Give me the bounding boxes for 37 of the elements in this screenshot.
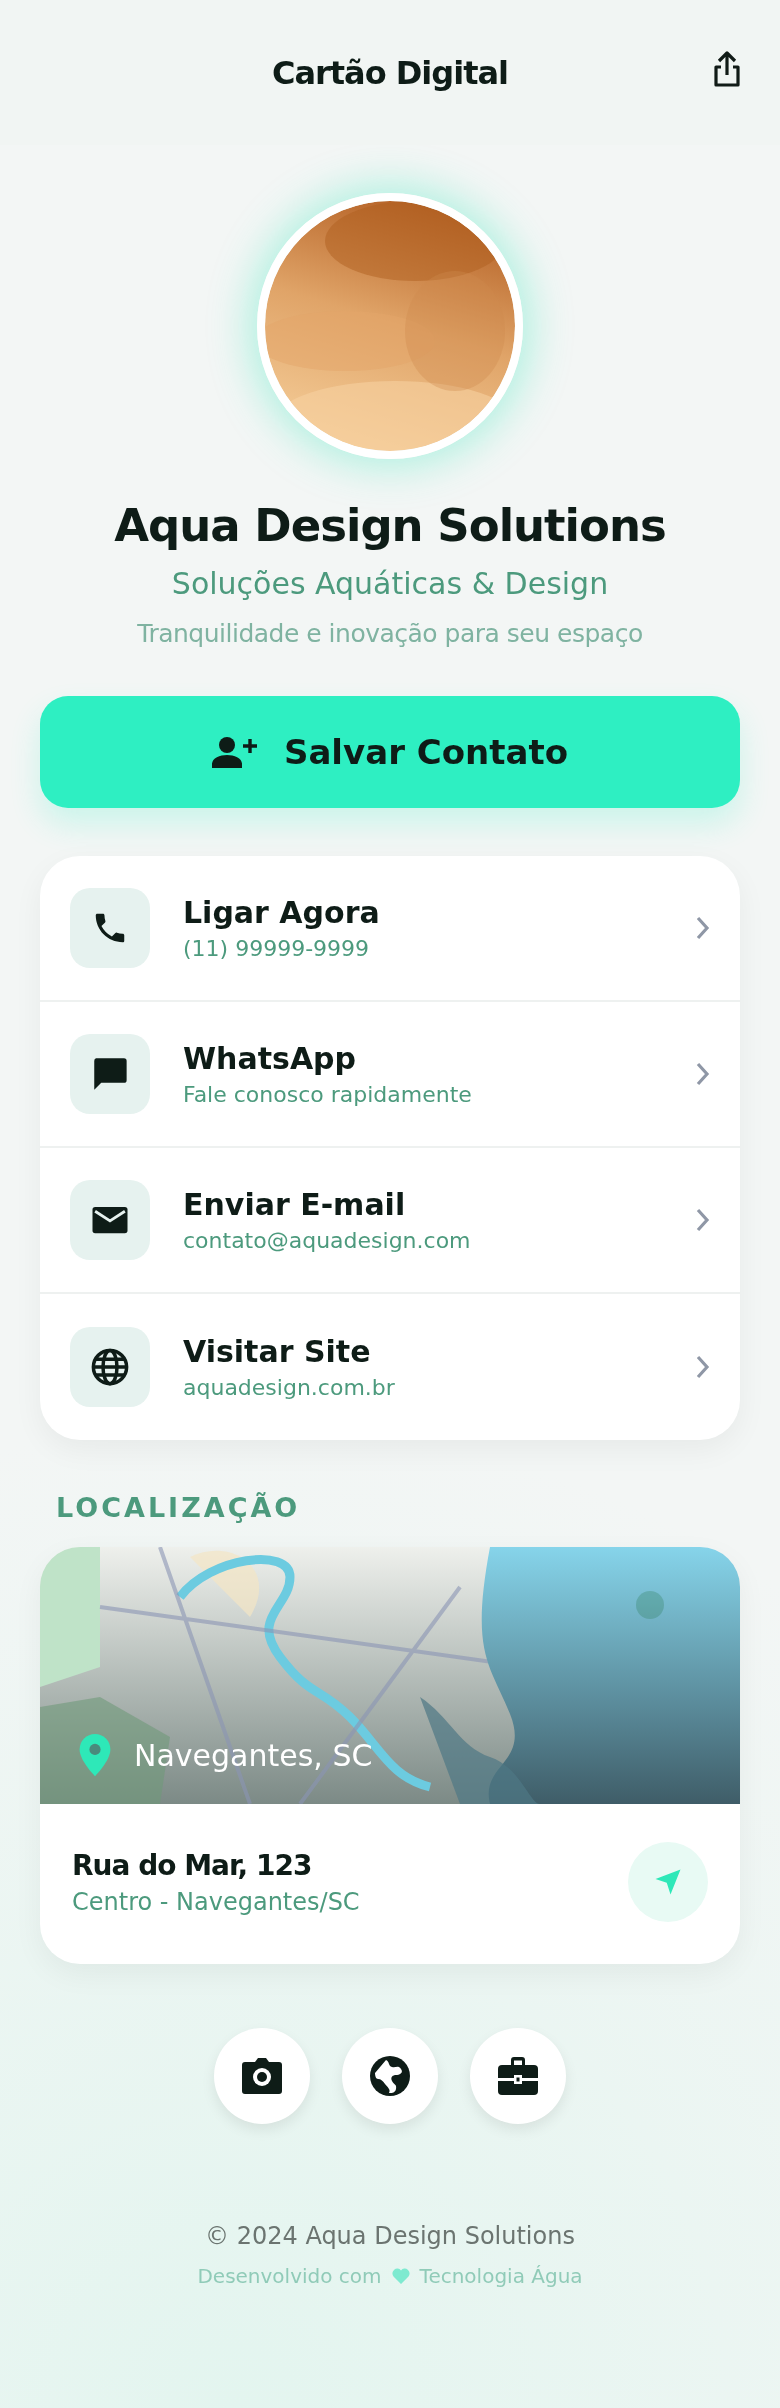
contact-row[interactable]: WhatsApp Fale conosco rapidamente <box>40 1002 740 1148</box>
chevron-right-icon <box>696 1062 710 1086</box>
credit-text: Tecnologia Água <box>419 2264 583 2288</box>
company-tagline: Tranquilidade e inovação para seu espaço <box>137 619 643 648</box>
contact-row[interactable]: Visitar Site aquadesign.com.br <box>40 1294 740 1440</box>
contact-row[interactable]: Enviar E-mail contato@aquadesign.com <box>40 1148 740 1294</box>
company-name: Aqua Design Solutions <box>114 499 666 552</box>
credit-text: Desenvolvido com <box>197 2264 382 2288</box>
heart-icon <box>391 2268 410 2284</box>
globe-icon <box>370 2056 410 2096</box>
briefcase-icon <box>498 2057 538 2095</box>
contact-title: Ligar Agora <box>183 895 380 930</box>
contact-title: Enviar E-mail <box>183 1187 406 1222</box>
contact-detail: (11) 99999-9999 <box>183 936 370 961</box>
section-heading: LOCALIZAÇÃO <box>56 1492 301 1523</box>
contact-detail: Fale conosco rapidamente <box>183 1082 472 1107</box>
map-city-label: Navegantes, SC <box>134 1737 373 1773</box>
company-subtitle: Soluções Aquáticas & Design <box>171 566 609 601</box>
share-icon <box>712 50 742 88</box>
location-pin-icon <box>78 1734 112 1776</box>
contact-detail: contato@aquadesign.com <box>183 1228 471 1253</box>
contact-title: WhatsApp <box>183 1041 357 1076</box>
street-address: Rua do Mar, 123 <box>72 1848 312 1882</box>
navigation-arrow-icon <box>653 1867 683 1897</box>
camera-icon <box>242 2058 282 2094</box>
chevron-right-icon <box>696 1355 710 1379</box>
district-text: Centro - Navegantes/SC <box>72 1887 360 1916</box>
chevron-right-icon <box>696 1208 710 1232</box>
page-title: Cartão Digital <box>271 53 509 92</box>
copyright-text: © 2024 Aqua Design Solutions <box>205 2222 575 2250</box>
chevron-right-icon <box>696 916 710 940</box>
save-contact-button[interactable]: Salvar Contato <box>40 696 740 808</box>
contact-row[interactable]: Ligar Agora (11) 99999-9999 <box>40 856 740 1002</box>
contact-title: Visitar Site <box>183 1334 371 1369</box>
add-user-icon <box>211 736 258 768</box>
contact-detail: aquadesign.com.br <box>183 1375 395 1400</box>
globe-icon <box>89 1346 131 1388</box>
